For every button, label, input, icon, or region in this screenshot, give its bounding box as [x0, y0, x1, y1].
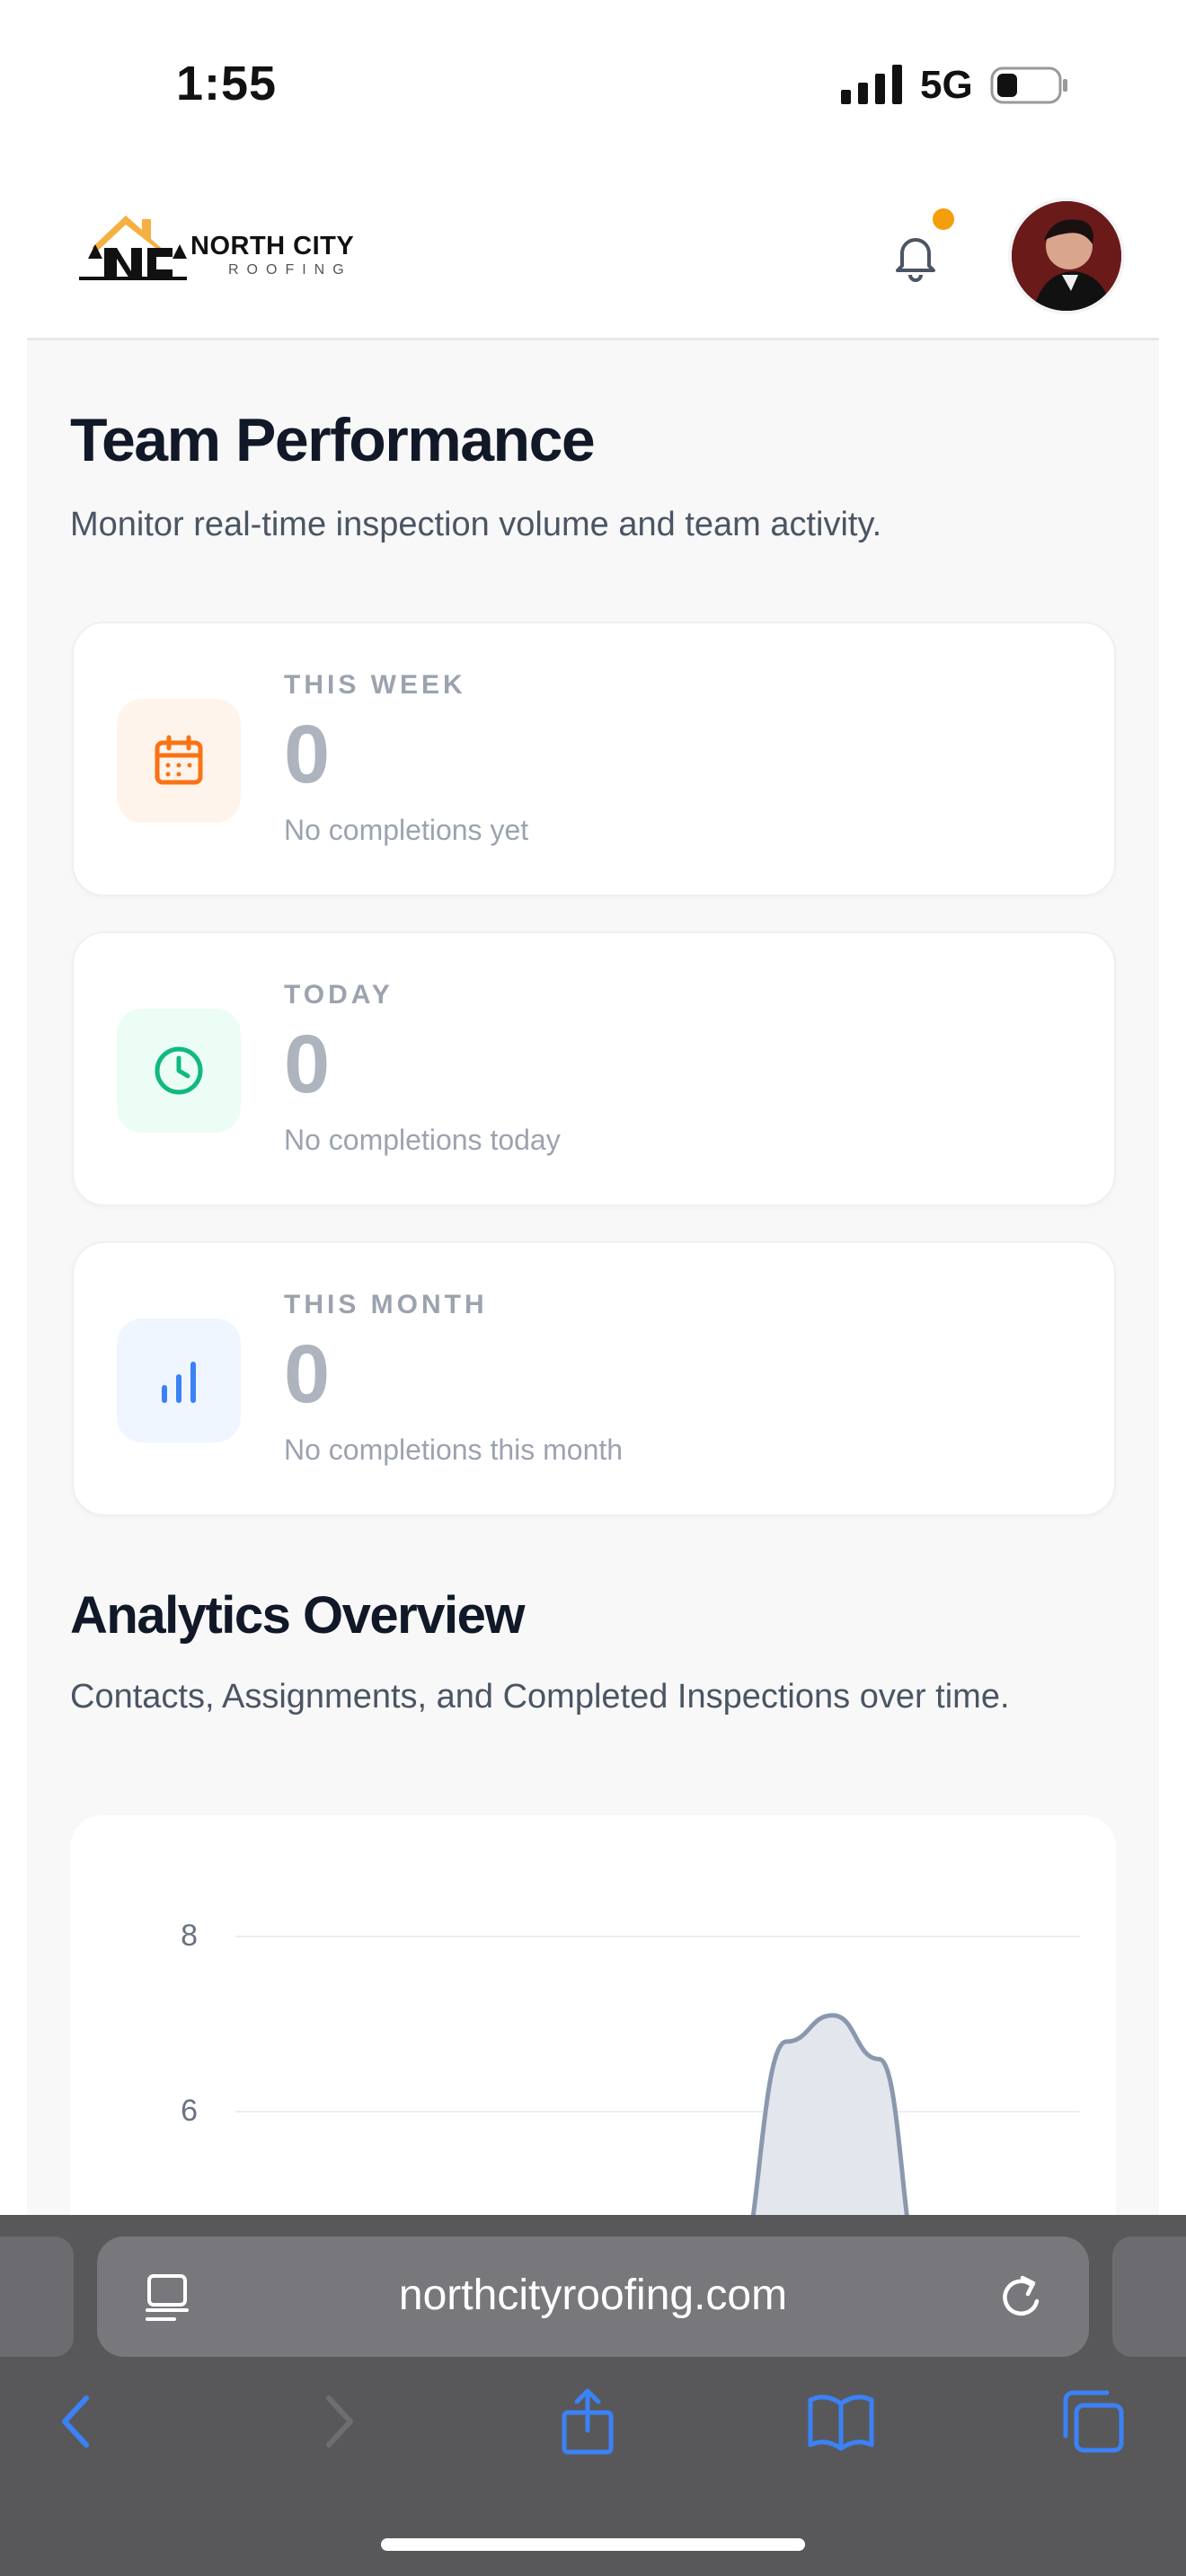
- app-header: NORTH CITY ROOFING: [27, 171, 1159, 340]
- reload-icon[interactable]: [996, 2271, 1049, 2325]
- analytics-chart-card: 86: [70, 1815, 1116, 2217]
- brand-subtitle: ROOFING: [228, 262, 352, 278]
- stat-note: No completions today: [284, 1124, 561, 1156]
- stat-icon-box: [117, 699, 241, 823]
- share-icon[interactable]: [552, 2386, 624, 2457]
- stat-value: 0: [284, 1328, 331, 1420]
- stat-value: 0: [284, 709, 331, 800]
- house-logo-icon: [79, 216, 187, 280]
- avatar-image: [1012, 201, 1121, 311]
- stat-label: THIS MONTH: [284, 1290, 488, 1319]
- back-icon[interactable]: [41, 2386, 113, 2457]
- battery-icon: [990, 66, 1067, 104]
- forward-icon[interactable]: [302, 2386, 374, 2457]
- stat-icon-box: [117, 1009, 241, 1133]
- url-text: northcityroofing.com: [398, 2272, 788, 2319]
- brand-logo[interactable]: NORTH CITY ROOFING: [79, 207, 403, 287]
- stat-value: 0: [284, 1019, 331, 1110]
- status-time: 1:55: [176, 57, 278, 110]
- brand-title: NORTH CITY: [190, 232, 355, 260]
- tabs-icon[interactable]: [1057, 2386, 1128, 2457]
- chart-area-fill: [753, 2015, 907, 2217]
- page-subtitle: Monitor real-time inspection volume and …: [70, 506, 882, 543]
- main-content: Team Performance Monitor real-time inspe…: [27, 340, 1159, 2217]
- clock-icon: [155, 1046, 203, 1095]
- address-bar[interactable]: northcityroofing.com: [97, 2236, 1089, 2357]
- bell-icon[interactable]: [884, 225, 947, 287]
- notification-dot: [933, 208, 954, 230]
- chart-y-tick-label: 8: [181, 1919, 198, 1953]
- calendar-icon: [155, 735, 203, 785]
- bar-chart-icon: [162, 1362, 196, 1403]
- stat-note: No completions this month: [284, 1434, 624, 1466]
- stat-card-this-month: THIS MONTH 0 No completions this month: [72, 1241, 1116, 1516]
- browser-toolbar: northcityroofing.com: [0, 2215, 1186, 2576]
- section-subtitle: Contacts, Assignments, and Completed Ins…: [70, 1678, 1010, 1716]
- home-indicator: [381, 2538, 805, 2551]
- signal-icon: [841, 65, 902, 104]
- stat-card-today: TODAY 0 No completions today: [72, 931, 1116, 1206]
- stat-note: No completions yet: [284, 814, 529, 846]
- section-title: Analytics Overview: [70, 1586, 525, 1645]
- chart-y-tick-label: 6: [181, 2094, 198, 2128]
- avatar[interactable]: [1008, 198, 1125, 314]
- stat-label: THIS WEEK: [284, 670, 466, 700]
- network-type: 5G: [920, 63, 973, 107]
- page-title: Team Performance: [70, 406, 596, 474]
- stat-icon-box: [117, 1319, 241, 1442]
- bookmarks-icon[interactable]: [805, 2386, 877, 2457]
- previous-tab-preview[interactable]: [0, 2236, 74, 2357]
- chart-series-line: [750, 2013, 909, 2217]
- status-bar: 1:55 5G: [0, 0, 1186, 171]
- next-tab-preview[interactable]: [1112, 2236, 1186, 2357]
- stat-label: TODAY: [284, 980, 394, 1010]
- analytics-chart: 86: [181, 1919, 1080, 2217]
- stat-card-this-week: THIS WEEK 0 No completions yet: [72, 622, 1116, 896]
